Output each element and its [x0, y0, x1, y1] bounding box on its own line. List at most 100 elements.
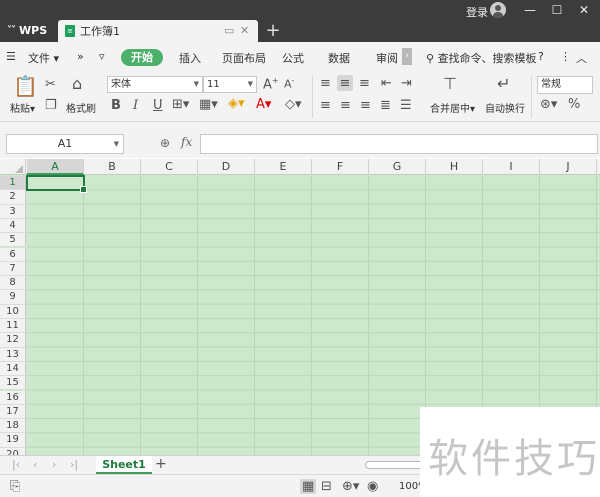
highlight-icon[interactable]: ◈▾: [228, 97, 245, 110]
underline-button[interactable]: U: [153, 99, 163, 112]
row-header[interactable]: 3: [0, 204, 26, 219]
row-header[interactable]: 4: [0, 218, 26, 234]
cut-icon[interactable]: ✂: [45, 78, 56, 91]
merge-center-button[interactable]: 合并居中▾: [430, 100, 475, 115]
new-tab-button[interactable]: +: [262, 22, 284, 40]
clear-format-icon[interactable]: ◇▾: [285, 98, 302, 111]
row-header[interactable]: 6: [0, 247, 26, 262]
command-search[interactable]: ⚲ 查找命令、搜索模板: [426, 50, 537, 66]
zoom-icon[interactable]: ⊕: [160, 136, 170, 150]
column-header[interactable]: G: [369, 159, 426, 175]
sheet-tab[interactable]: Sheet1: [96, 456, 152, 474]
italic-button[interactable]: I: [133, 99, 138, 112]
maximize-icon[interactable]: ☐: [545, 2, 569, 18]
bold-button[interactable]: B: [111, 99, 121, 112]
menu-icon[interactable]: ☰: [6, 50, 16, 63]
wrap-text-icon[interactable]: ↵: [497, 76, 510, 92]
column-header[interactable]: A: [27, 159, 84, 175]
currency-icon[interactable]: ⊛▾: [540, 98, 557, 111]
borders-icon[interactable]: ⊞▾: [172, 98, 189, 111]
column-header[interactable]: I: [483, 159, 540, 175]
row-header[interactable]: 7: [0, 261, 26, 277]
align-center-icon[interactable]: ≡: [340, 99, 351, 112]
row-header[interactable]: 16: [0, 390, 26, 405]
tab-home[interactable]: 开始: [121, 49, 163, 66]
row-header[interactable]: 15: [0, 376, 26, 391]
row-header[interactable]: 18: [0, 419, 26, 434]
copy-icon[interactable]: ❐: [45, 99, 57, 112]
prev-sheet-icon[interactable]: ‹: [33, 458, 37, 471]
number-format-select[interactable]: 常规: [537, 76, 593, 94]
add-sheet-button[interactable]: +: [155, 456, 167, 472]
first-sheet-icon[interactable]: |‹: [12, 458, 20, 471]
column-header[interactable]: D: [198, 159, 255, 175]
row-header[interactable]: 10: [0, 304, 26, 319]
avatar-icon[interactable]: [490, 2, 506, 18]
column-header[interactable]: F: [312, 159, 369, 175]
paste-icon[interactable]: 📋: [13, 76, 38, 96]
column-header[interactable]: H: [426, 159, 483, 175]
help-icon[interactable]: ?: [538, 50, 544, 63]
page-layout-view-icon[interactable]: ⊕▾: [342, 479, 359, 494]
fx-icon[interactable]: fx: [181, 135, 192, 149]
paste-button[interactable]: 粘贴▾: [10, 100, 35, 115]
menu-file[interactable]: 文件 ▾: [28, 50, 59, 66]
row-header[interactable]: 17: [0, 404, 26, 420]
row-header[interactable]: 12: [0, 333, 26, 348]
horizontal-scrollbar[interactable]: [365, 461, 425, 469]
quick-access-dropdown-icon[interactable]: ▿: [99, 50, 105, 63]
row-header[interactable]: 9: [0, 290, 26, 305]
eye-protect-icon[interactable]: ◉: [367, 479, 378, 494]
column-header[interactable]: E: [255, 159, 312, 175]
row-header[interactable]: 5: [0, 233, 26, 248]
monitor-icon[interactable]: ▭: [224, 24, 234, 37]
percent-button[interactable]: %: [568, 98, 580, 111]
row-header[interactable]: 2: [0, 190, 26, 205]
distribute-icon[interactable]: ☰: [400, 99, 412, 112]
formula-input[interactable]: [200, 134, 598, 154]
column-header[interactable]: B: [84, 159, 141, 175]
last-sheet-icon[interactable]: ›|: [70, 458, 78, 471]
row-header[interactable]: 13: [0, 347, 26, 362]
login-link[interactable]: 登录: [466, 4, 488, 20]
active-cell[interactable]: [26, 175, 87, 193]
font-color-icon[interactable]: A▾: [256, 98, 271, 111]
align-middle-icon[interactable]: ≡: [337, 75, 353, 91]
tab-page-layout[interactable]: 页面布局: [222, 50, 266, 66]
select-all-corner[interactable]: [0, 159, 26, 175]
tab-formulas[interactable]: 公式: [282, 50, 304, 66]
collapse-ribbon-icon[interactable]: ︿: [576, 50, 587, 66]
font-size-select[interactable]: 11 ▼: [203, 76, 257, 93]
tab-review[interactable]: 审阅: [376, 50, 398, 66]
format-painter-button[interactable]: 格式刷: [66, 100, 96, 115]
document-tab[interactable]: ≡ 工作簿1 ▭ ✕: [58, 20, 258, 42]
column-header[interactable]: C: [141, 159, 198, 175]
more-options-icon[interactable]: ⋮: [560, 50, 571, 63]
fill-color-icon[interactable]: ▦▾: [199, 98, 218, 111]
tab-data[interactable]: 数据: [328, 50, 350, 66]
row-header[interactable]: 1: [0, 176, 26, 191]
align-top-icon[interactable]: ≡: [320, 77, 331, 90]
justify-icon[interactable]: ≣: [380, 99, 391, 112]
merge-center-icon[interactable]: ⊤: [443, 76, 457, 92]
tab-insert[interactable]: 插入: [179, 50, 201, 66]
wps-logo[interactable]: ˅˅ WPS: [7, 24, 47, 37]
row-header[interactable]: 20: [0, 447, 26, 455]
normal-view-icon[interactable]: ▦: [300, 479, 317, 494]
wrap-text-button[interactable]: 自动换行: [485, 100, 525, 115]
name-box[interactable]: A1 ▼: [6, 134, 124, 154]
next-sheet-icon[interactable]: ›: [52, 458, 56, 471]
row-header[interactable]: 19: [0, 433, 26, 448]
align-right-icon[interactable]: ≡: [360, 99, 371, 112]
row-header[interactable]: 8: [0, 276, 26, 291]
minimize-icon[interactable]: —: [518, 2, 542, 18]
row-header[interactable]: 14: [0, 361, 26, 377]
decrease-indent-icon[interactable]: ⇤: [381, 77, 392, 90]
format-painter-icon[interactable]: ⌂: [72, 76, 82, 92]
macro-icon[interactable]: ⎘: [10, 479, 20, 494]
align-bottom-icon[interactable]: ≡: [359, 77, 370, 90]
align-left-icon[interactable]: ≡: [320, 99, 331, 112]
font-name-select[interactable]: 宋体 ▼: [107, 76, 203, 93]
page-break-view-icon[interactable]: ⊟: [321, 479, 332, 494]
row-header[interactable]: 11: [0, 319, 26, 334]
